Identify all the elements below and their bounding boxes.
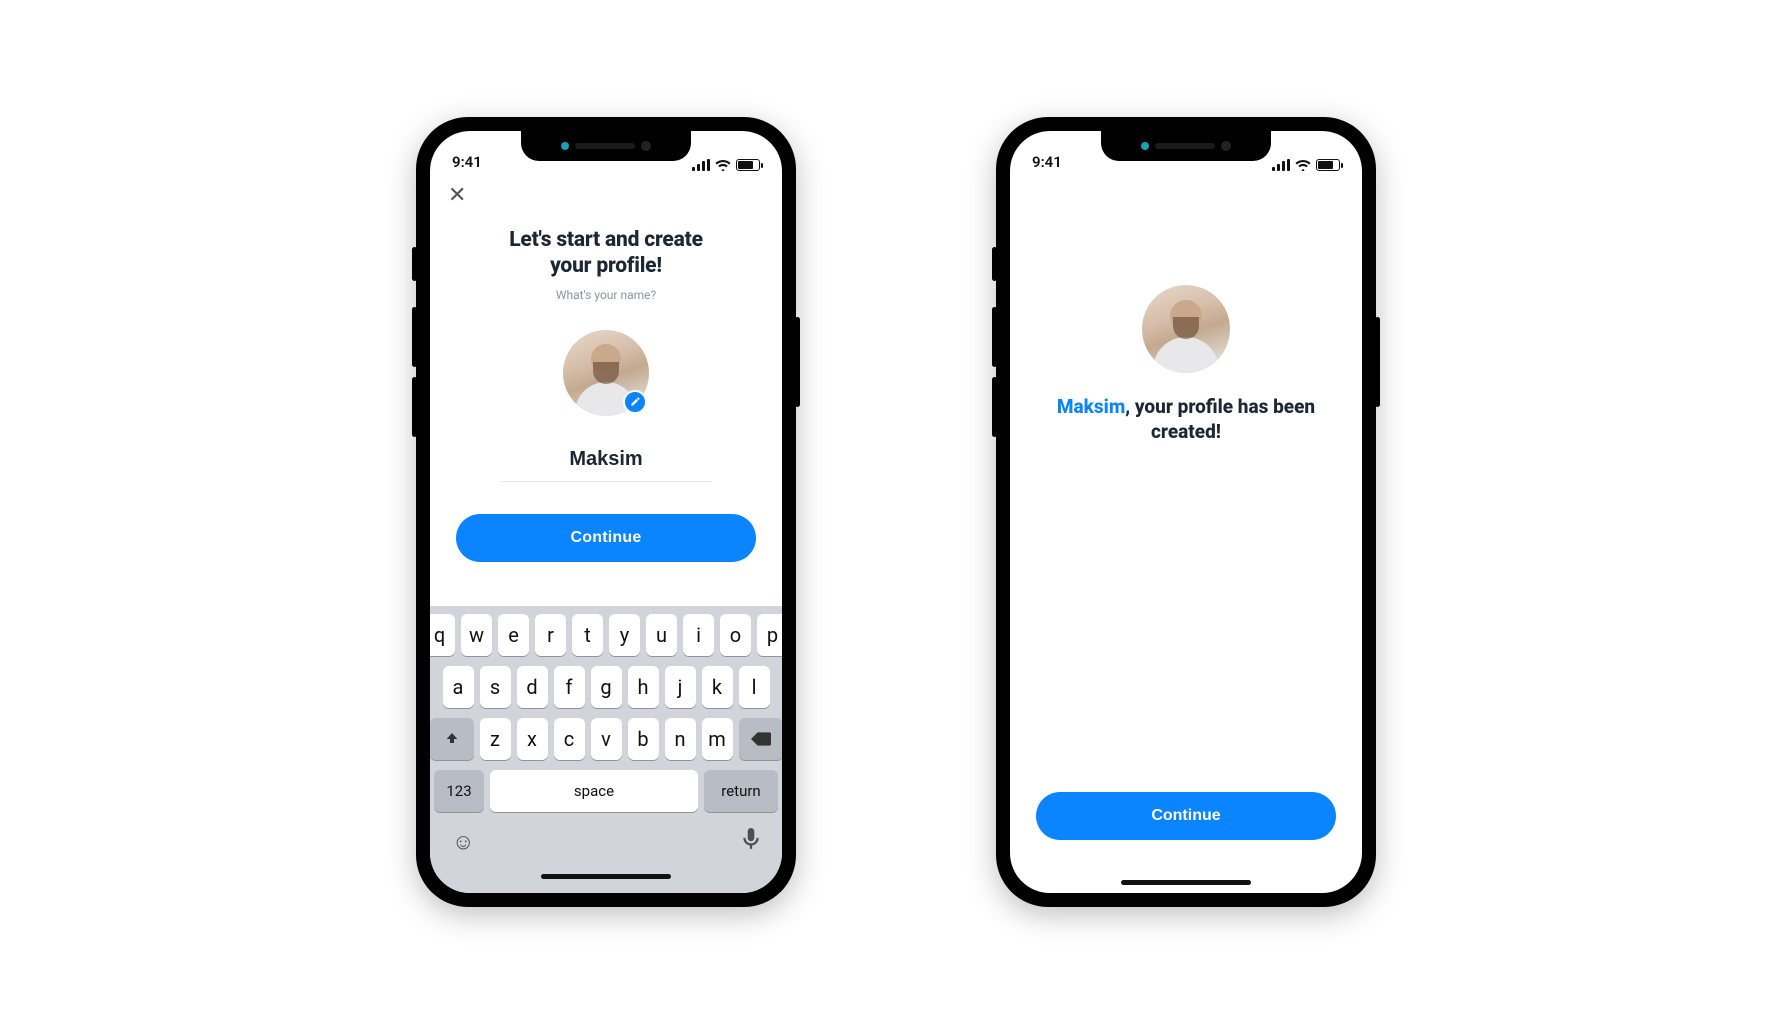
key-r[interactable]: r	[535, 614, 566, 656]
space-key[interactable]: space	[490, 770, 698, 812]
status-time: 9:41	[1032, 153, 1062, 171]
return-key[interactable]: return	[704, 770, 778, 812]
key-z[interactable]: z	[480, 718, 511, 760]
keyboard-footer: ☺	[434, 822, 778, 858]
title-line-2: your profile!	[550, 254, 662, 278]
key-e[interactable]: e	[498, 614, 529, 656]
key-w[interactable]: w	[461, 614, 492, 656]
home-indicator[interactable]	[541, 874, 671, 879]
status-time: 9:41	[452, 153, 482, 171]
key-j[interactable]: j	[665, 666, 696, 708]
key-c[interactable]: c	[554, 718, 585, 760]
keyboard-row-3: z x c v b n m	[434, 718, 778, 760]
success-message: Maksim, your profile has been created!	[1034, 395, 1338, 444]
device-notch	[1101, 131, 1271, 161]
key-a[interactable]: a	[443, 666, 474, 708]
key-p[interactable]: p	[757, 614, 782, 656]
battery-icon	[1316, 159, 1340, 171]
key-m[interactable]: m	[702, 718, 733, 760]
name-input[interactable]	[501, 442, 711, 482]
edit-avatar-button[interactable]	[623, 390, 647, 414]
battery-icon	[736, 159, 760, 171]
key-x[interactable]: x	[517, 718, 548, 760]
key-b[interactable]: b	[628, 718, 659, 760]
mic-icon[interactable]	[742, 828, 760, 856]
success-name: Maksim	[1057, 395, 1125, 418]
continue-button[interactable]: Continue	[456, 514, 756, 562]
keyboard-row-1: q w e r t y u i o p	[434, 614, 778, 656]
title-line-1: Let's start and create	[509, 228, 703, 252]
keyboard: q w e r t y u i o p a s d f g h j k l	[430, 606, 782, 893]
backspace-key[interactable]	[739, 718, 783, 760]
pencil-icon	[630, 396, 641, 407]
key-g[interactable]: g	[591, 666, 622, 708]
wifi-icon	[715, 159, 731, 171]
key-v[interactable]: v	[591, 718, 622, 760]
close-icon[interactable]: ✕	[444, 181, 470, 211]
key-t[interactable]: t	[572, 614, 603, 656]
status-icons	[1272, 159, 1340, 171]
key-q[interactable]: q	[430, 614, 455, 656]
key-o[interactable]: o	[720, 614, 751, 656]
key-h[interactable]: h	[628, 666, 659, 708]
nav-bar: ✕	[430, 175, 782, 217]
subtitle: What's your name?	[556, 288, 656, 302]
success-tail: , your profile has been created!	[1125, 395, 1315, 443]
phone-mock-left: 9:41 ✕ Let's start and create your profi…	[416, 117, 796, 907]
emoji-icon[interactable]: ☺	[452, 829, 474, 855]
phone-mock-right: 9:41 Maksim, your profile has been creat…	[996, 117, 1376, 907]
screen-create-profile: 9:41 ✕ Let's start and create your profi…	[430, 131, 782, 893]
continue-button[interactable]: Continue	[1036, 792, 1336, 840]
home-indicator[interactable]	[1121, 880, 1251, 885]
numbers-key[interactable]: 123	[434, 770, 484, 812]
status-icons	[692, 159, 760, 171]
keyboard-row-4: 123 space return	[434, 770, 778, 812]
avatar-container	[563, 330, 649, 416]
key-n[interactable]: n	[665, 718, 696, 760]
key-u[interactable]: u	[646, 614, 677, 656]
page-title: Let's start and create your profile!	[509, 227, 703, 280]
key-f[interactable]: f	[554, 666, 585, 708]
device-notch	[521, 131, 691, 161]
signal-icon	[1272, 159, 1290, 171]
key-y[interactable]: y	[609, 614, 640, 656]
key-l[interactable]: l	[739, 666, 770, 708]
key-k[interactable]: k	[702, 666, 733, 708]
key-d[interactable]: d	[517, 666, 548, 708]
shift-icon	[444, 731, 460, 747]
avatar	[1142, 285, 1230, 373]
screen-profile-created: 9:41 Maksim, your profile has been creat…	[1010, 131, 1362, 893]
backspace-icon	[751, 732, 771, 746]
wifi-icon	[1295, 159, 1311, 171]
key-i[interactable]: i	[683, 614, 714, 656]
shift-key[interactable]	[430, 718, 474, 760]
signal-icon	[692, 159, 710, 171]
key-s[interactable]: s	[480, 666, 511, 708]
keyboard-row-2: a s d f g h j k l	[434, 666, 778, 708]
